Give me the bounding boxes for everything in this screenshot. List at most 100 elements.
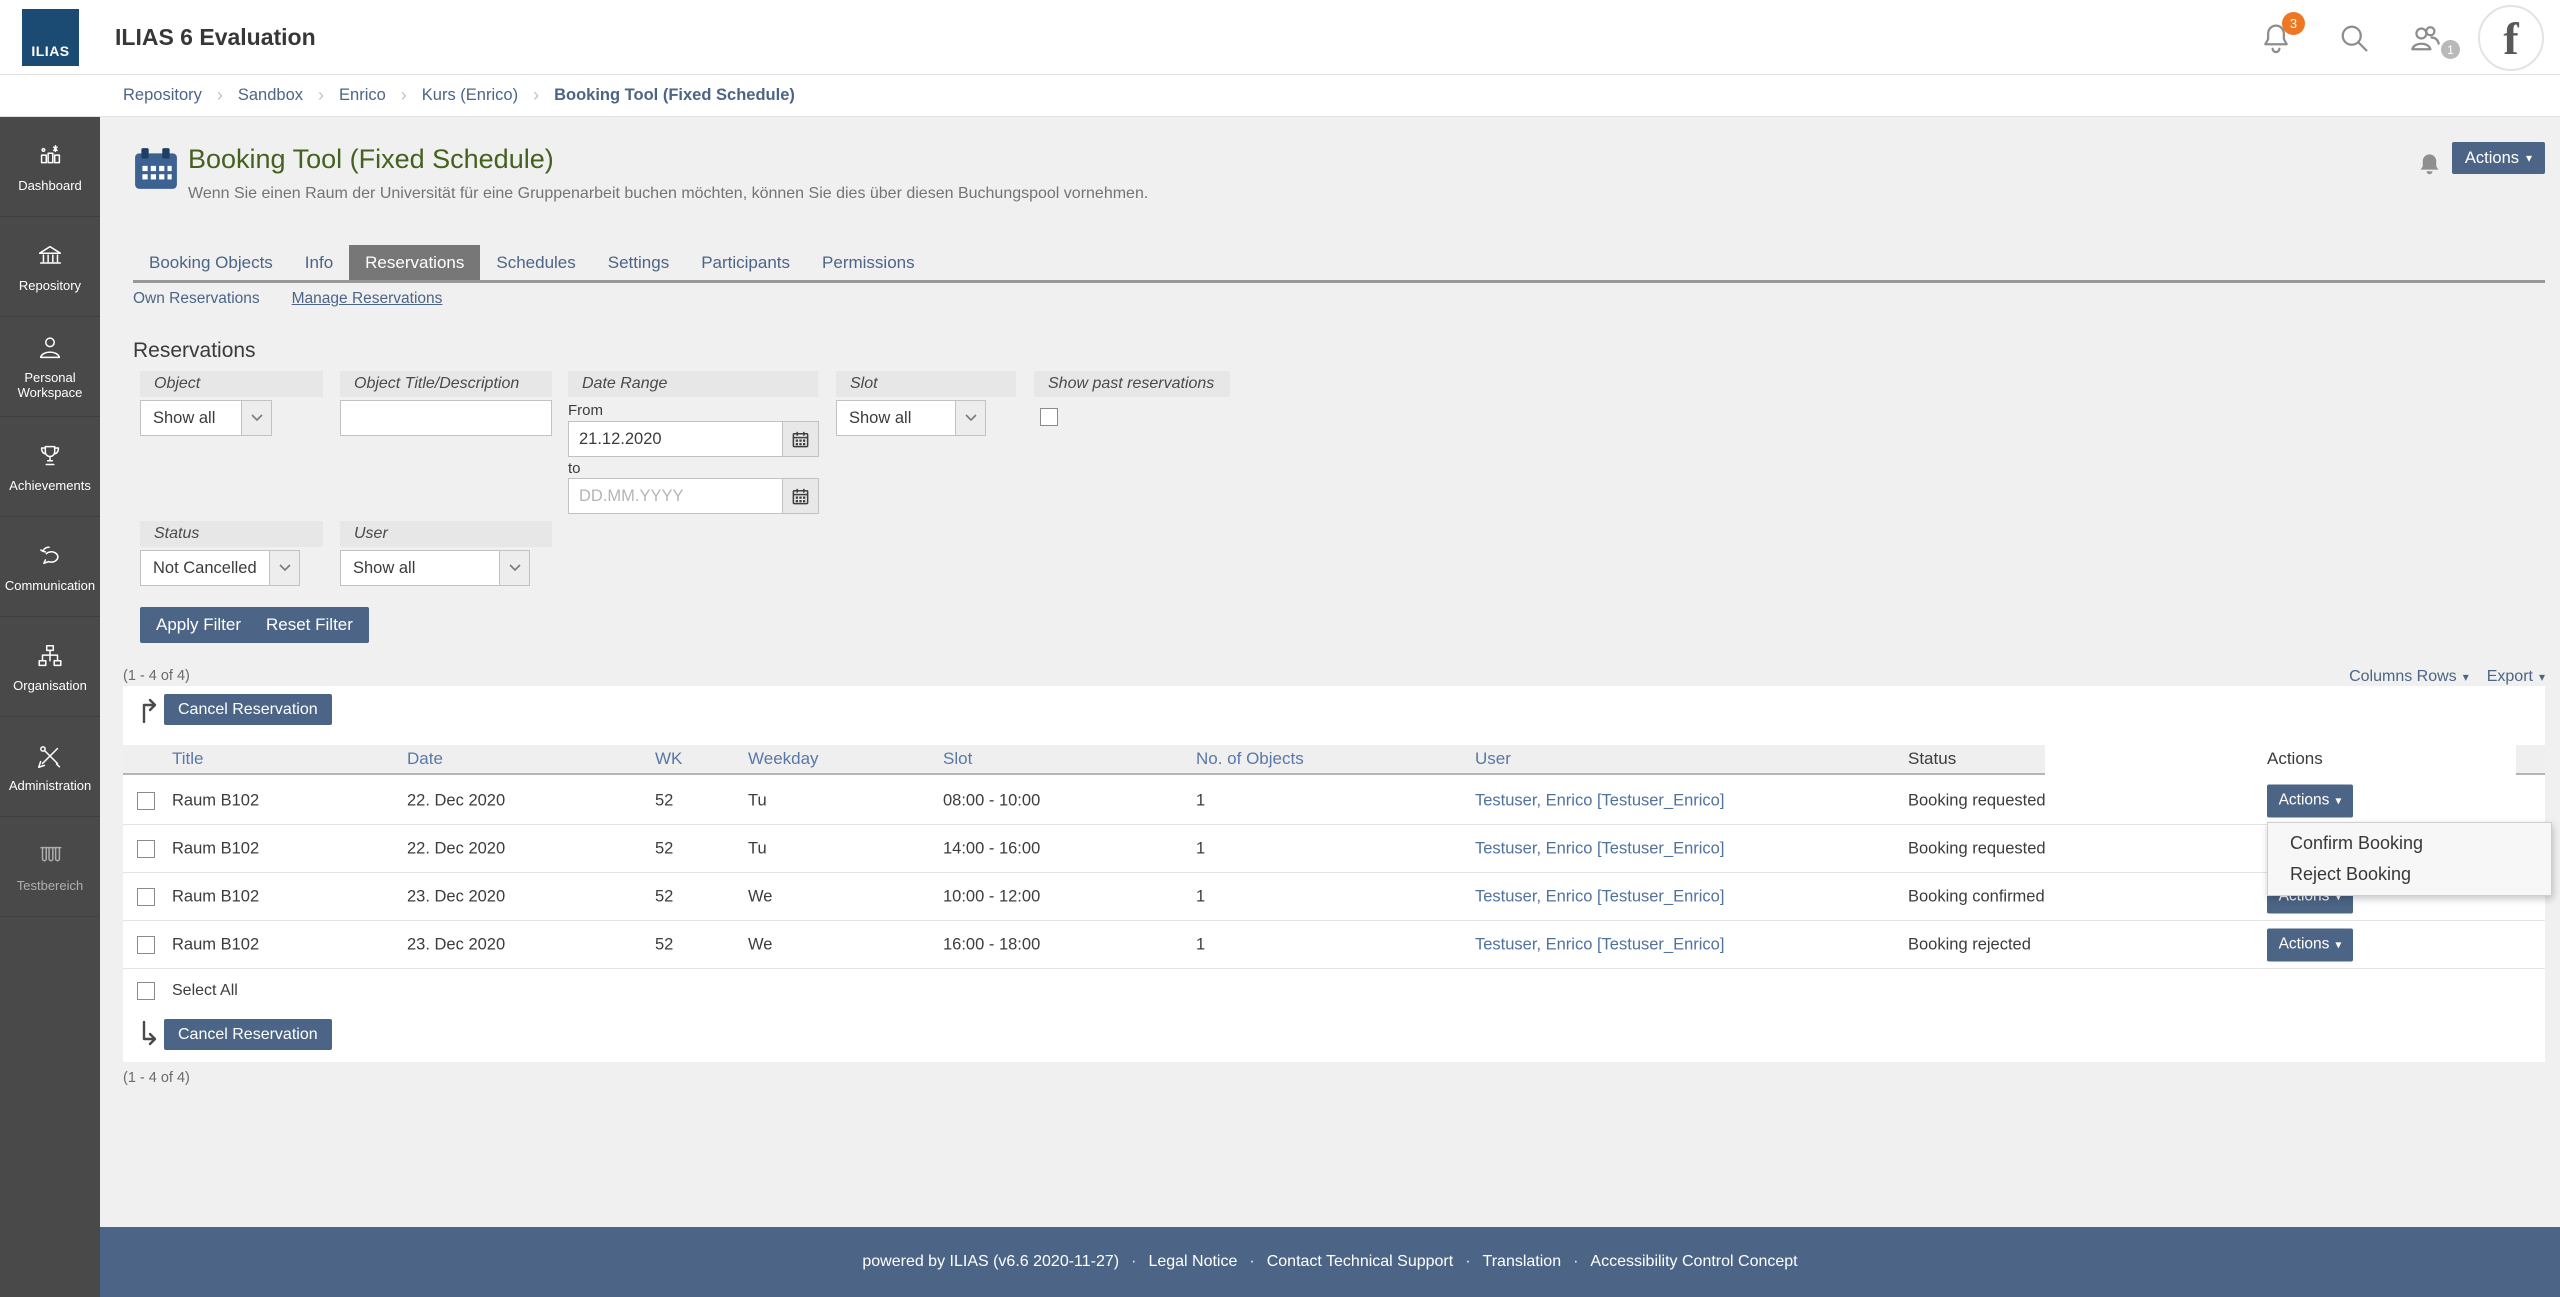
sidebar-item-achievements[interactable]: Achievements [0,417,100,517]
cell-wk: 52 [655,839,674,857]
column-header-weekday[interactable]: Weekday [748,749,819,769]
object-select-value: Show all [153,408,216,427]
caret-down-icon: ▾ [2526,151,2533,165]
row-actions-button[interactable]: Actions ▾ [2267,784,2353,817]
tab-permissions[interactable]: Permissions [806,245,931,280]
page-actions-button[interactable]: Actions ▾ [2452,142,2545,174]
column-header-wk[interactable]: WK [655,749,682,769]
cell-user-link[interactable]: Testuser, Enrico [Testuser_Enrico] [1475,887,1724,906]
cell-slot: 10:00 - 12:00 [943,887,1041,905]
status-select[interactable]: Not Cancelled [140,550,300,586]
column-header-slot[interactable]: Slot [943,749,972,769]
object-select[interactable]: Show all [140,400,272,436]
breadcrumb-item[interactable]: Enrico [339,86,386,105]
cell-user-link[interactable]: Testuser, Enrico [Testuser_Enrico] [1475,935,1724,954]
breadcrumb-item[interactable]: Repository [123,86,202,105]
row-actions-label: Actions [2278,935,2330,953]
show-past-reservations-checkbox[interactable] [1040,408,1058,426]
object-title-input[interactable] [340,400,552,436]
row-actions-dropdown-menu: Confirm Booking Reject Booking [2267,822,2552,896]
column-header-no-of-objects[interactable]: No. of Objects [1196,749,1304,769]
chevron-down-icon [499,551,529,585]
testbereich-icon [35,841,65,871]
user-select[interactable]: Show all [340,550,530,586]
footer-link-accessibility[interactable]: Accessibility Control Concept [1590,1253,1797,1271]
apply-filter-button[interactable]: Apply Filter [140,607,258,643]
select-all-checkbox[interactable] [137,982,155,1000]
row-checkbox[interactable] [137,840,155,858]
app-title: ILIAS 6 Evaluation [115,24,316,50]
sidebar-item-label: Personal Workspace [17,370,83,400]
tab-participants[interactable]: Participants [685,245,806,280]
breadcrumb-separator-icon: › [318,85,325,105]
breadcrumb-separator-icon: › [533,85,540,105]
date-from-input[interactable] [568,421,783,457]
columns-rows-dropdown[interactable]: Columns Rows ▾ [2349,668,2469,686]
search-icon[interactable] [2336,20,2372,56]
table-row: Raum B102 22. Dec 2020 52 Tu 14:00 - 16:… [123,825,2545,873]
page-title: Booking Tool (Fixed Schedule) [188,144,554,174]
column-header-user[interactable]: User [1475,749,1511,769]
cell-user-link[interactable]: Testuser, Enrico [Testuser_Enrico] [1475,791,1724,810]
date-from-label: From [568,402,603,419]
chevron-down-icon [241,401,271,435]
cell-user-link[interactable]: Testuser, Enrico [Testuser_Enrico] [1475,839,1724,858]
date-from-calendar-button[interactable] [783,421,819,457]
page-footer: powered by ILIAS (v6.6 2020-11-27) · Leg… [100,1227,2560,1297]
cell-slot: 08:00 - 10:00 [943,791,1041,809]
breadcrumb-item[interactable]: Kurs (Enrico) [422,86,518,105]
footer-link-translation[interactable]: Translation [1483,1253,1562,1271]
cell-date: 22. Dec 2020 [407,791,506,809]
tab-reservations[interactable]: Reservations [349,245,481,280]
sidebar-item-organisation[interactable]: Organisation [0,617,100,717]
user-avatar[interactable]: f [2478,5,2544,71]
tab-schedules[interactable]: Schedules [480,245,591,280]
reset-filter-button[interactable]: Reset Filter [250,607,369,643]
main-content: Booking Tool (Fixed Schedule) Wenn Sie e… [100,117,2560,1227]
cell-wk: 52 [655,935,674,953]
cancel-reservation-button-top[interactable]: Cancel Reservation [164,694,332,725]
footer-link-contact-support[interactable]: Contact Technical Support [1267,1253,1453,1271]
row-checkbox[interactable] [137,936,155,954]
top-header: ILIAS ILIAS 6 Evaluation 3 1 f [0,0,2560,75]
row-checkbox[interactable] [137,792,155,810]
sidebar-item-personal-workspace[interactable]: Personal Workspace [0,317,100,417]
column-header-title[interactable]: Title [172,749,204,769]
cell-weekday: Tu [748,791,767,809]
tab-settings[interactable]: Settings [592,245,685,280]
date-to-calendar-button[interactable] [783,478,819,514]
ilias-logo[interactable]: ILIAS [22,9,79,66]
subtab-own-reservations[interactable]: Own Reservations [133,290,260,308]
breadcrumb-item-current[interactable]: Booking Tool (Fixed Schedule) [554,86,795,105]
sidebar-item-communication[interactable]: Communication [0,517,100,617]
tab-booking-objects[interactable]: Booking Objects [133,245,289,280]
sidebar-item-dashboard[interactable]: Dashboard [0,117,100,217]
cancel-reservation-button-bottom[interactable]: Cancel Reservation [164,1019,332,1050]
export-dropdown[interactable]: Export ▾ [2487,668,2545,686]
cell-status: Booking requested [1908,791,2046,809]
footer-link-legal-notice[interactable]: Legal Notice [1148,1253,1237,1271]
slot-select[interactable]: Show all [836,400,986,436]
sidebar-item-label: Achievements [9,477,91,493]
sidebar-item-testbereich[interactable]: Testbereich [0,817,100,917]
row-checkbox[interactable] [137,888,155,906]
tab-info[interactable]: Info [289,245,349,280]
sidebar-item-label: Repository [18,277,82,293]
subtab-bar: Own Reservations Manage Reservations [133,290,442,308]
row-actions-button[interactable]: Actions ▾ [2267,928,2353,961]
column-header-date[interactable]: Date [407,749,443,769]
booking-tool-calendar-icon [133,146,179,197]
sidebar-item-repository[interactable]: Repository [0,217,100,317]
menu-item-reject-booking[interactable]: Reject Booking [2268,859,2551,890]
sidebar-item-administration[interactable]: Administration [0,717,100,817]
object-notification-bell-icon[interactable] [2416,150,2443,184]
filter-label-slot: Slot [836,371,1016,397]
cell-status: Booking rejected [1908,935,2031,953]
subtab-manage-reservations[interactable]: Manage Reservations [292,290,443,308]
date-to-input[interactable] [568,478,783,514]
date-to-label: to [568,460,581,477]
result-range-bottom: (1 - 4 of 4) [123,1070,190,1086]
chevron-down-icon [955,401,985,435]
menu-item-confirm-booking[interactable]: Confirm Booking [2268,828,2551,859]
breadcrumb-item[interactable]: Sandbox [238,86,303,105]
